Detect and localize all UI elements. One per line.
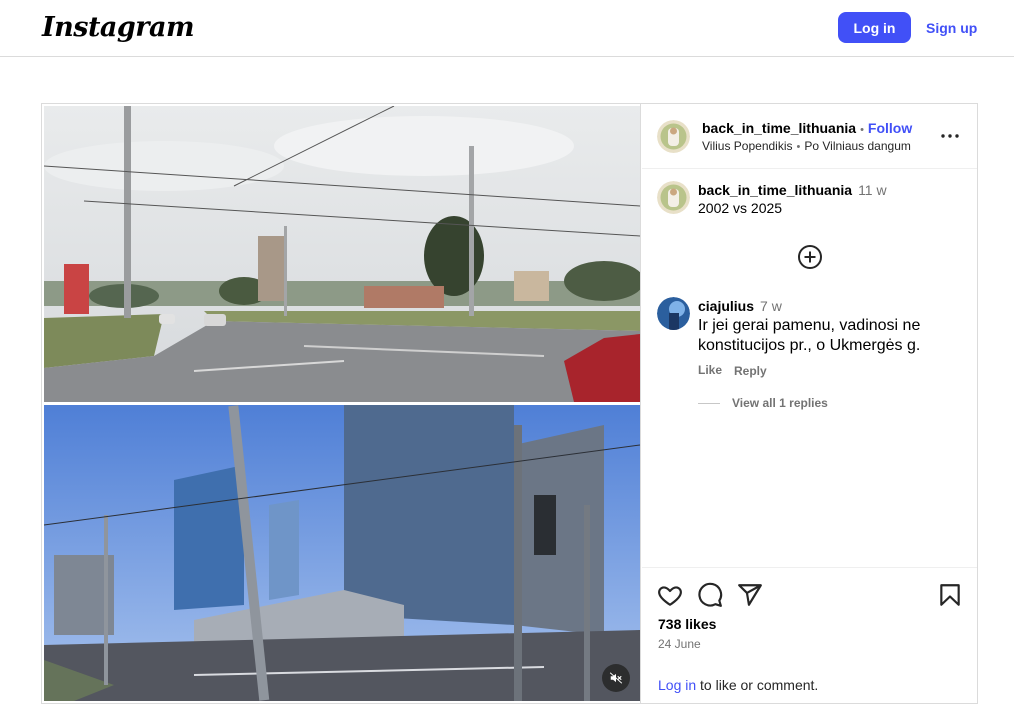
comment-icon — [698, 582, 723, 607]
separator-dot: • — [860, 124, 864, 136]
follow-button[interactable]: Follow — [868, 120, 912, 136]
post-card: back_in_time_lithuania • Follow Vilius Pop… — [41, 103, 978, 704]
separator-dot: • — [796, 141, 801, 153]
likes-count[interactable]: 738 likes — [658, 616, 716, 632]
caption-time[interactable]: 11 w — [858, 182, 887, 198]
muted-speaker-icon — [609, 672, 623, 684]
photo-2002 — [44, 106, 640, 402]
instagram-logo[interactable]: Instagram — [42, 12, 195, 43]
login-prompt: Log in to like or comment. — [658, 677, 818, 693]
share-button[interactable] — [737, 582, 763, 608]
save-button[interactable] — [937, 582, 963, 608]
load-more-comments-button[interactable] — [797, 244, 823, 270]
comment-reply-button[interactable]: Reply — [734, 364, 767, 378]
comment-button[interactable] — [697, 582, 723, 608]
comment-author-username[interactable]: ciajulius — [698, 298, 754, 314]
share-icon — [738, 584, 762, 606]
login-prompt-text: to like or comment. — [696, 677, 819, 693]
comment-text: Ir jei gerai pamenu, vadinosi ne konstit… — [698, 317, 921, 354]
replies-divider — [698, 403, 720, 404]
audio-title[interactable]: Po Vilniaus dangum — [804, 139, 911, 153]
more-options-icon — [941, 134, 959, 138]
caption-author-username[interactable]: back_in_time_lithuania — [698, 182, 852, 198]
post-date[interactable]: 24 June — [658, 637, 701, 651]
caption-author-avatar[interactable] — [657, 181, 690, 214]
post-actions: 738 likes 24 June Log in to like or comm… — [642, 567, 977, 703]
top-bar: Instagram Log in Sign up — [0, 0, 1014, 57]
add-circle-icon — [798, 245, 822, 269]
login-prompt-link[interactable]: Log in — [658, 677, 696, 693]
mute-toggle-button[interactable] — [602, 664, 630, 692]
caption-text: 2002 vs 2025 — [698, 200, 783, 216]
author-username[interactable]: back_in_time_lithuania — [702, 120, 856, 136]
post-media[interactable] — [42, 104, 641, 703]
author-avatar[interactable] — [657, 120, 690, 153]
post-header: back_in_time_lithuania • Follow Vilius Pop… — [642, 104, 977, 169]
heart-icon — [658, 586, 682, 606]
audio-artist[interactable]: Vilius Popendikis — [702, 139, 793, 153]
comment-like-button[interactable]: Like — [698, 363, 722, 377]
post-side-panel: back_in_time_lithuania • Follow Vilius Pop… — [642, 104, 977, 703]
comment-time[interactable]: 7 w — [760, 298, 782, 314]
login-button[interactable]: Log in — [838, 12, 911, 43]
like-button[interactable] — [657, 582, 683, 608]
photo-2025 — [44, 405, 640, 701]
signup-button[interactable]: Sign up — [920, 12, 983, 43]
view-replies-button[interactable]: View all 1 replies — [732, 396, 828, 410]
comment-author-avatar[interactable] — [657, 297, 690, 330]
bookmark-icon — [940, 584, 960, 606]
more-options-button[interactable] — [940, 126, 960, 146]
